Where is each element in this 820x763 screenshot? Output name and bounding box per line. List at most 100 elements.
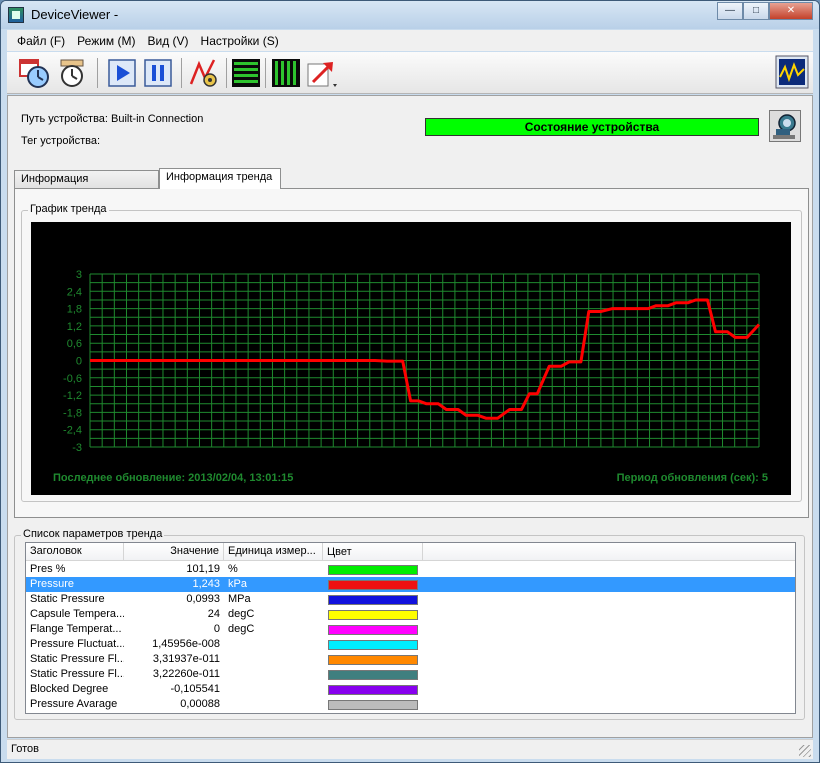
- export-arrow-icon[interactable]: [305, 56, 339, 90]
- cell-value: 3,22260e-011: [152, 668, 220, 680]
- cell-color[interactable]: [323, 652, 423, 667]
- update-period-label: Период обновления (сек): 5: [617, 472, 768, 484]
- trend-chart-group-title: График тренда: [28, 203, 109, 215]
- column-header-color[interactable]: Цвет: [323, 543, 423, 561]
- cell-title: Static Pressure Fl...: [30, 653, 124, 665]
- pause-icon[interactable]: [141, 56, 175, 90]
- main-panel: Путь устройства: Built-in Connection Тег…: [7, 95, 813, 738]
- cell-color[interactable]: [323, 562, 423, 577]
- table-row[interactable]: Static Pressure Fl... 3,22260e-011: [26, 667, 795, 682]
- app-icon: [8, 7, 24, 23]
- cell-title: Blocked Degree: [30, 683, 109, 695]
- table-row[interactable]: Static Pressure 0,0993 MPa: [26, 592, 795, 607]
- column-header-title[interactable]: Заголовок: [26, 543, 124, 561]
- clock-calendar-icon[interactable]: [17, 56, 51, 90]
- cell-unit: kPa: [228, 578, 247, 590]
- color-swatch[interactable]: [328, 564, 418, 575]
- title-bar[interactable]: DeviceViewer - — □ ✕: [1, 1, 819, 29]
- params-section: Список параметров тренда Заголовок Значе…: [8, 522, 812, 722]
- device-path-label: Путь устройства: Built-in Connection: [21, 113, 204, 125]
- cell-title: Flange Temperat...: [30, 623, 122, 635]
- cell-value: 24: [207, 608, 220, 620]
- table-row[interactable]: Flange Temperat... 0 degC: [26, 622, 795, 637]
- trend-chart: 3 2,4 1,8 1,2 0,6 0 -0,6 -1,2 -1,8 -2,4 -3 Последне…: [31, 222, 791, 495]
- cell-title: Pressure Avarage: [30, 698, 118, 710]
- trend-chart-svg: 3 2,4 1,8 1,2 0,6 0 -0,6 -1,2 -1,8 -2,4 -3 Последне…: [53, 269, 768, 484]
- close-button[interactable]: ✕: [769, 2, 813, 20]
- cell-unit: [224, 682, 323, 697]
- column-header-value[interactable]: Значение: [124, 543, 224, 561]
- color-swatch[interactable]: [328, 624, 418, 635]
- menu-bar: Файл (F) Режим (M) Вид (V) Настройки (S): [7, 30, 813, 51]
- color-swatch[interactable]: [328, 579, 418, 590]
- table-row[interactable]: Capsule Tempera... 24 degC: [26, 607, 795, 622]
- trend-gear-icon[interactable]: [188, 56, 222, 90]
- minimize-button[interactable]: —: [717, 2, 743, 20]
- cell-color[interactable]: [323, 667, 423, 682]
- color-swatch[interactable]: [328, 594, 418, 605]
- resize-grip[interactable]: [799, 745, 811, 757]
- color-swatch[interactable]: [328, 669, 418, 680]
- column-header-unit[interactable]: Единица измер...: [224, 543, 323, 561]
- menu-file[interactable]: Файл (F): [11, 34, 71, 48]
- cell-title: Static Pressure Fl...: [30, 668, 124, 680]
- menu-settings[interactable]: Настройки (S): [195, 34, 285, 48]
- table-row[interactable]: Pressure Avarage 0,00088: [26, 697, 795, 712]
- table-row[interactable]: Pressure 1,243 kPa: [26, 577, 795, 592]
- cell-unit: MPa: [228, 593, 251, 605]
- oscilloscope-icon[interactable]: [775, 55, 809, 89]
- cell-unit: %: [228, 563, 238, 575]
- cell-color[interactable]: [323, 637, 423, 652]
- cell-value: -0,105541: [170, 683, 220, 695]
- cell-value: 3,31937e-011: [152, 653, 220, 665]
- y-tick-label: -2,4: [63, 425, 82, 437]
- menu-mode[interactable]: Режим (M): [71, 34, 141, 48]
- params-table[interactable]: Заголовок Значение Единица измер... Цвет…: [25, 542, 796, 714]
- params-table-header: Заголовок Значение Единица измер... Цвет: [26, 543, 795, 561]
- table-row[interactable]: Static Pressure Fl... 3,31937e-011: [26, 652, 795, 667]
- vertical-bars-icon[interactable]: [269, 56, 303, 90]
- maximize-button[interactable]: □: [743, 2, 769, 20]
- cell-color[interactable]: [323, 697, 423, 712]
- tab-trend[interactable]: Информация тренда: [159, 168, 281, 189]
- table-row[interactable]: Blocked Degree -0,105541: [26, 682, 795, 697]
- y-tick-label: 3: [76, 269, 82, 281]
- cell-unit: degC: [228, 623, 255, 635]
- y-tick-label: -0,6: [63, 373, 82, 385]
- y-tick-label: 2,4: [67, 286, 82, 298]
- cell-unit: [224, 667, 323, 682]
- toolbar-separator: [97, 58, 98, 88]
- cell-unit: [224, 652, 323, 667]
- y-tick-label: -1,2: [63, 390, 82, 402]
- cell-title: Pres %: [30, 563, 66, 575]
- y-tick-label: 0: [76, 356, 82, 368]
- app-window: DeviceViewer - — □ ✕ Файл (F) Режим (M) …: [0, 0, 820, 763]
- y-tick-label: -1,8: [63, 407, 82, 419]
- y-tick-label: 0,6: [67, 338, 82, 350]
- stopwatch-icon[interactable]: [55, 56, 89, 90]
- color-swatch[interactable]: [328, 609, 418, 620]
- color-swatch[interactable]: [328, 699, 418, 710]
- color-swatch[interactable]: [328, 654, 418, 665]
- table-row[interactable]: Pres % 101,19%: [26, 562, 795, 577]
- status-text: Готов: [11, 743, 39, 755]
- color-swatch[interactable]: [328, 684, 418, 695]
- cell-color[interactable]: [323, 577, 423, 592]
- toolbar: [7, 52, 813, 94]
- color-swatch[interactable]: [328, 639, 418, 650]
- cell-color[interactable]: [323, 682, 423, 697]
- cell-color[interactable]: [323, 607, 423, 622]
- cell-value: 1,243: [192, 578, 220, 590]
- cell-title: Pressure Fluctuat...: [30, 638, 124, 650]
- table-row[interactable]: Pressure Fluctuat... 1,45956e-008: [26, 637, 795, 652]
- tab-diagnostics[interactable]: Информация диагностики: [14, 170, 159, 202]
- cell-unit: [224, 637, 323, 652]
- play-icon[interactable]: [105, 56, 139, 90]
- horizontal-bars-icon[interactable]: [229, 56, 263, 90]
- menu-view[interactable]: Вид (V): [142, 34, 195, 48]
- last-update-label: Последнее обновление: 2013/02/04, 13:01:…: [53, 472, 293, 484]
- cell-color[interactable]: [323, 622, 423, 637]
- toolbar-separator: [265, 58, 266, 88]
- cell-color[interactable]: [323, 592, 423, 607]
- params-group-title: Список параметров тренда: [21, 528, 165, 540]
